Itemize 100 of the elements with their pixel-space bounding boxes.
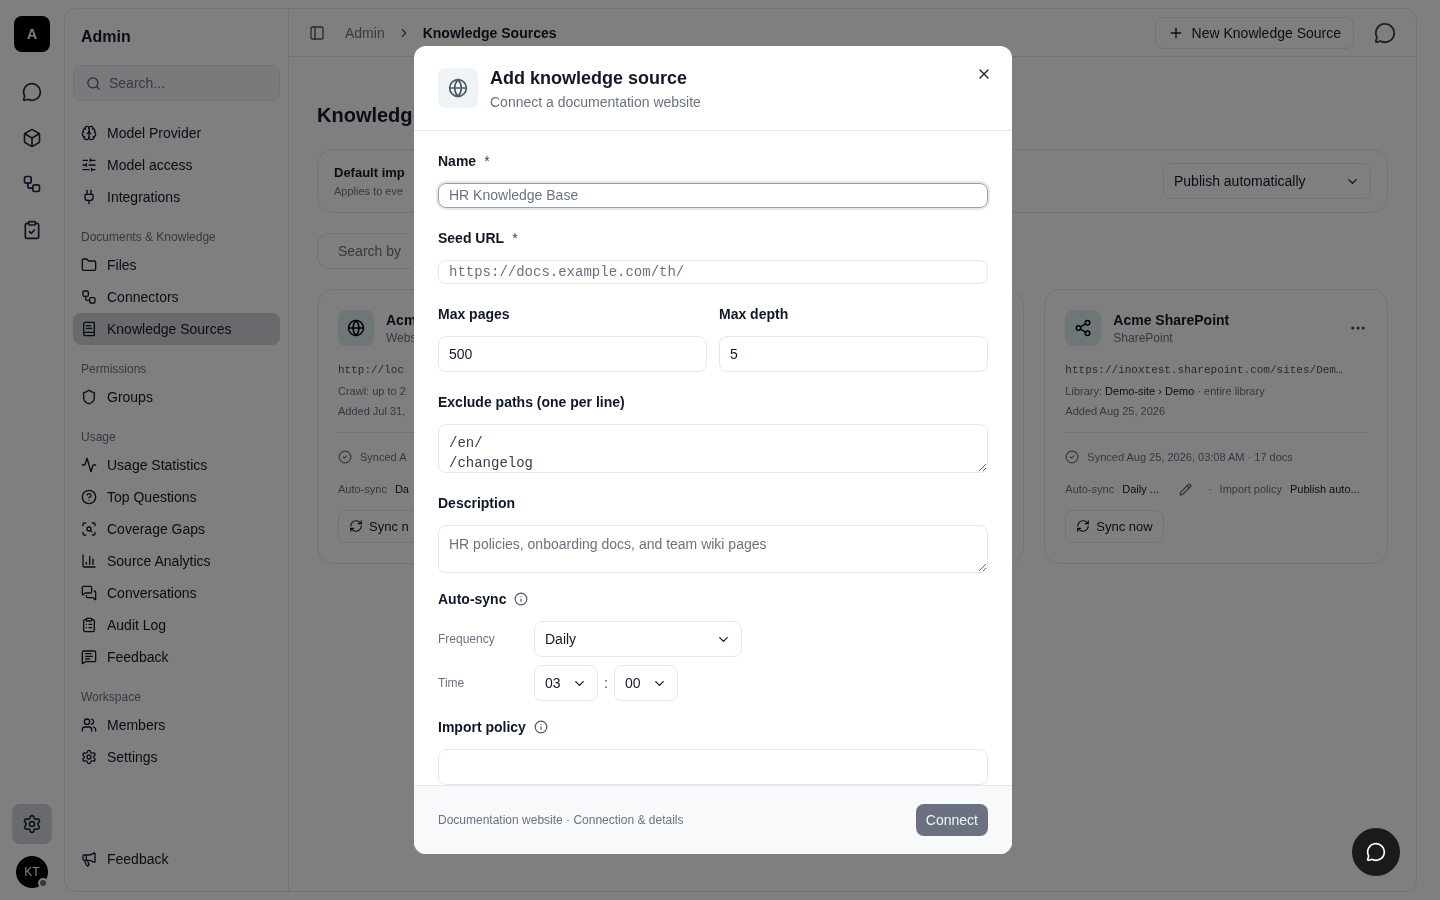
breadcrumb-link[interactable]: Admin	[345, 22, 385, 43]
info-icon[interactable]	[514, 592, 529, 606]
auto-sync-label: Auto-sync	[1065, 482, 1115, 497]
settings-icon[interactable]	[12, 804, 52, 844]
sync-status: Synced Aug 25, 2026, 03:08 AM · 17 docs	[1087, 449, 1293, 465]
import-policy-select[interactable]: Publish automatically	[1163, 163, 1371, 199]
pencil-icon[interactable]	[1178, 482, 1192, 496]
sidebar-item[interactable]: Files	[73, 249, 280, 281]
auto-sync-value: Da	[394, 482, 409, 497]
sidebar-item[interactable]: Audit Log	[73, 609, 280, 641]
search-placeholder: Search by	[338, 242, 402, 261]
sidebar-item[interactable]: Model Provider	[73, 117, 280, 149]
refresh-icon	[349, 519, 363, 534]
chat-launcher-button[interactable]	[1352, 828, 1400, 876]
sidebar-item[interactable]: Settings	[73, 741, 280, 773]
description-input[interactable]: HR policies, onboarding docs, and team wiki pages	[438, 524, 988, 573]
hour-select[interactable]: 03	[534, 665, 598, 701]
source-detail: Added Aug 25, 2026	[1065, 404, 1166, 419]
required-mark: *	[484, 152, 490, 171]
frequency-label: Frequency	[438, 631, 496, 647]
dialog-title: Add knowledge source	[490, 67, 689, 90]
sidebar-item[interactable]: Conversations	[73, 577, 280, 609]
footer-note: Documentation website · Connection & details	[438, 812, 684, 828]
section-heading: Import policy	[438, 718, 526, 737]
sidebar-item[interactable]: Groups	[73, 381, 280, 413]
search-field[interactable]: Search by	[317, 233, 411, 269]
field-label: Description	[438, 493, 515, 513]
section-heading: Usage	[80, 429, 117, 445]
notebook-icon	[81, 321, 97, 337]
check-circle-icon	[338, 449, 352, 464]
section-heading: Auto-sync	[438, 590, 507, 609]
source-name: Acme SharePoint	[1113, 311, 1230, 330]
sidebar-item[interactable]: Members	[73, 709, 280, 741]
source-detail: Crawl: up to 2	[338, 383, 406, 399]
name-input[interactable]: HR Knowledge Base	[438, 183, 988, 208]
megaphone-icon	[81, 851, 97, 867]
sliders-icon	[81, 157, 97, 173]
max-depth-input[interactable]: 5	[719, 336, 988, 373]
sidebar-item[interactable]: Connectors	[73, 281, 280, 313]
sidebar-title: Admin	[80, 27, 132, 47]
exclude-paths-input[interactable]: /en/ /changelog	[438, 424, 988, 473]
import-policy-label: Import policy	[1219, 482, 1282, 497]
frequency-select[interactable]: Daily	[534, 621, 742, 657]
page-title: Knowledg	[317, 103, 413, 128]
sidebar-item[interactable]: Coverage Gaps	[73, 513, 280, 545]
source-detail: Added Jul 31,	[338, 404, 406, 419]
chat-icon[interactable]	[1374, 21, 1396, 44]
source-detail: Library: Demo-site › Demo · entire library	[1065, 383, 1265, 399]
sidebar-item[interactable]: Knowledge Sources	[73, 313, 280, 345]
sync-now-button[interactable]: Sync now	[1065, 509, 1164, 543]
card-subtitle: Applies to eve	[334, 183, 404, 199]
auto-sync-label: Auto-sync	[338, 482, 387, 497]
field-label: Seed URL	[438, 228, 505, 248]
search-placeholder: Search...	[109, 74, 166, 93]
import-policy-value: Publish auto...	[1289, 482, 1360, 497]
clipboard-icon	[81, 617, 97, 633]
source-url: http://loc	[338, 363, 404, 378]
sidebar-item[interactable]: Top Questions	[73, 481, 280, 513]
connector-icon	[81, 289, 97, 305]
search-field[interactable]: Search...	[73, 65, 280, 101]
sidebar-item[interactable]: Source Analytics	[73, 545, 280, 577]
info-icon[interactable]	[533, 720, 548, 734]
max-pages-input[interactable]: 500	[438, 336, 707, 373]
app-logo[interactable]: A	[14, 16, 50, 52]
section-heading: Permissions	[80, 361, 148, 377]
bar-chart-icon	[81, 553, 97, 569]
required-mark: *	[512, 228, 518, 248]
separator-dot: ·	[1207, 482, 1212, 497]
chat-bubbles-icon	[81, 585, 97, 601]
time-separator: :	[604, 674, 608, 693]
time-label: Time	[438, 675, 466, 691]
sidebar-item[interactable]: Usage Statistics	[73, 449, 280, 481]
seed-url-input[interactable]: https://docs.example.com/th/	[438, 259, 988, 285]
brain-icon	[81, 125, 97, 141]
sidebar-item[interactable]: Feedback	[73, 843, 280, 875]
new-source-button[interactable]: New Knowledge Source	[1154, 16, 1354, 49]
globe-icon	[338, 310, 374, 346]
settings-icon	[81, 749, 97, 765]
folder-icon	[81, 257, 97, 273]
breadcrumb-current: Knowledge Sources	[422, 23, 557, 43]
search-icon	[86, 75, 101, 91]
shield-icon	[81, 389, 97, 405]
sidebar-item[interactable]: Model access	[73, 149, 280, 181]
share-icon	[1065, 310, 1102, 346]
user-avatar[interactable]: KT	[16, 856, 48, 888]
check-circle-icon	[1065, 449, 1080, 464]
activity-icon	[81, 457, 97, 473]
field-label: Name	[438, 152, 477, 171]
chat-icon	[1366, 842, 1386, 862]
minute-select[interactable]: 00	[613, 665, 678, 701]
sidebar-item[interactable]: Integrations	[73, 181, 280, 213]
section-heading: Workspace	[80, 689, 142, 705]
plug-icon	[81, 189, 97, 205]
help-icon	[81, 489, 97, 505]
card-title: Default imp	[334, 164, 405, 182]
field-label: Max pages	[438, 305, 510, 325]
sidebar-item[interactable]: Feedback	[73, 641, 280, 673]
source-type: SharePoint	[1113, 330, 1173, 346]
sidebar-toggle-icon[interactable]	[309, 24, 325, 41]
message-icon	[81, 649, 97, 665]
